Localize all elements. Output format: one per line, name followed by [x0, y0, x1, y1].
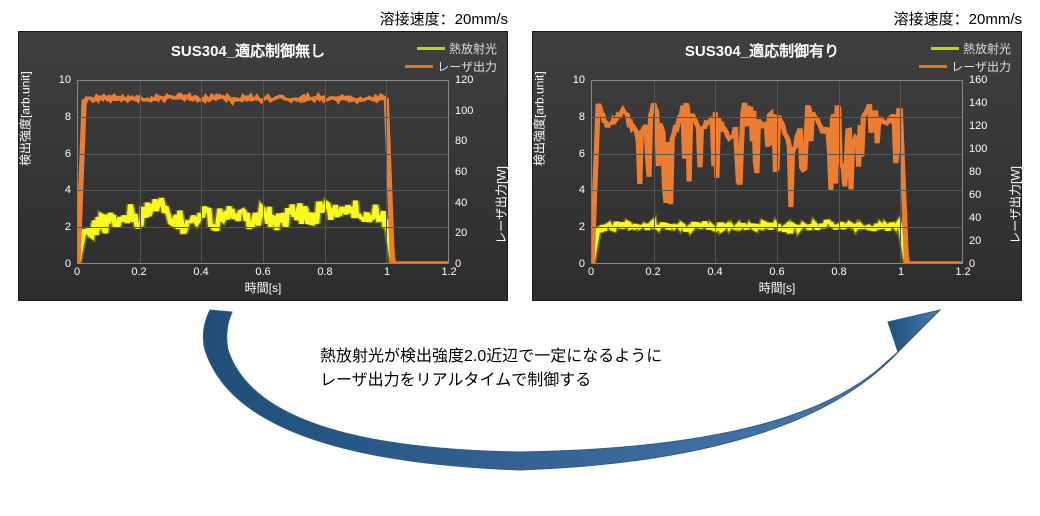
charts-row: 溶接速度：20mm/s SUS304_適応制御無し 熱放射光 レーザ出力 検出強… — [0, 0, 1040, 301]
left-chart-panel: SUS304_適応制御無し 熱放射光 レーザ出力 検出強度[arb.unit] … — [18, 31, 508, 301]
legend-laser-label: レーザ出力 — [437, 58, 497, 75]
legend-laser-label: レーザ出力 — [951, 58, 1011, 75]
curved-arrow — [70, 290, 970, 500]
left-xaxis: 時間[s] 00.20.40.60.811.2 — [77, 266, 449, 294]
legend-thermal-label: 熱放射光 — [963, 40, 1011, 57]
left-xlabel: 時間[s] — [245, 279, 282, 296]
right-ylabel-right: レーザ出力[W] — [1007, 166, 1024, 244]
left-ylabel-right: レーザ出力[W] — [493, 166, 510, 244]
legend-thermal-label: 熱放射光 — [449, 40, 497, 57]
right-yaxis-right: 020406080100120140160 — [965, 80, 997, 264]
speed-label-left: 溶接速度：20mm/s — [18, 8, 508, 29]
caption-line1: 熱放射光が検出強度2.0近辺で一定になるように — [320, 345, 662, 369]
caption: 熱放射光が検出強度2.0近辺で一定になるように レーザ出力をリアルタイムで制御す… — [320, 345, 662, 393]
speed-label-right: 溶接速度：20mm/s — [532, 8, 1022, 29]
left-plot-area — [77, 80, 449, 264]
right-xlabel: 時間[s] — [759, 279, 796, 296]
legend-laser-swatch — [405, 65, 433, 68]
left-chart-col: 溶接速度：20mm/s SUS304_適応制御無し 熱放射光 レーザ出力 検出強… — [18, 8, 508, 301]
right-yaxis-left: 0246810 — [557, 80, 589, 264]
left-yaxis-left: 0246810 — [43, 80, 75, 264]
right-chart-panel: SUS304_適応制御有り 熱放射光 レーザ出力 検出強度[arb.unit] … — [532, 31, 1022, 301]
left-yaxis-right: 020406080100120 — [451, 80, 483, 264]
right-chart-col: 溶接速度：20mm/s SUS304_適応制御有り 熱放射光 レーザ出力 検出強… — [532, 8, 1022, 301]
left-ylabel: 検出強度[arb.unit] — [17, 71, 34, 166]
legend-laser-swatch — [919, 65, 947, 68]
right-xaxis: 時間[s] 00.20.40.60.811.2 — [591, 266, 963, 294]
caption-line2: レーザ出力をリアルタイムで制御する — [320, 369, 662, 393]
legend: 熱放射光 レーザ出力 — [919, 40, 1011, 76]
legend-thermal-swatch — [417, 47, 445, 50]
legend-thermal-swatch — [931, 47, 959, 50]
right-ylabel: 検出強度[arb.unit] — [531, 71, 548, 166]
legend: 熱放射光 レーザ出力 — [405, 40, 497, 76]
right-plot-area — [591, 80, 963, 264]
